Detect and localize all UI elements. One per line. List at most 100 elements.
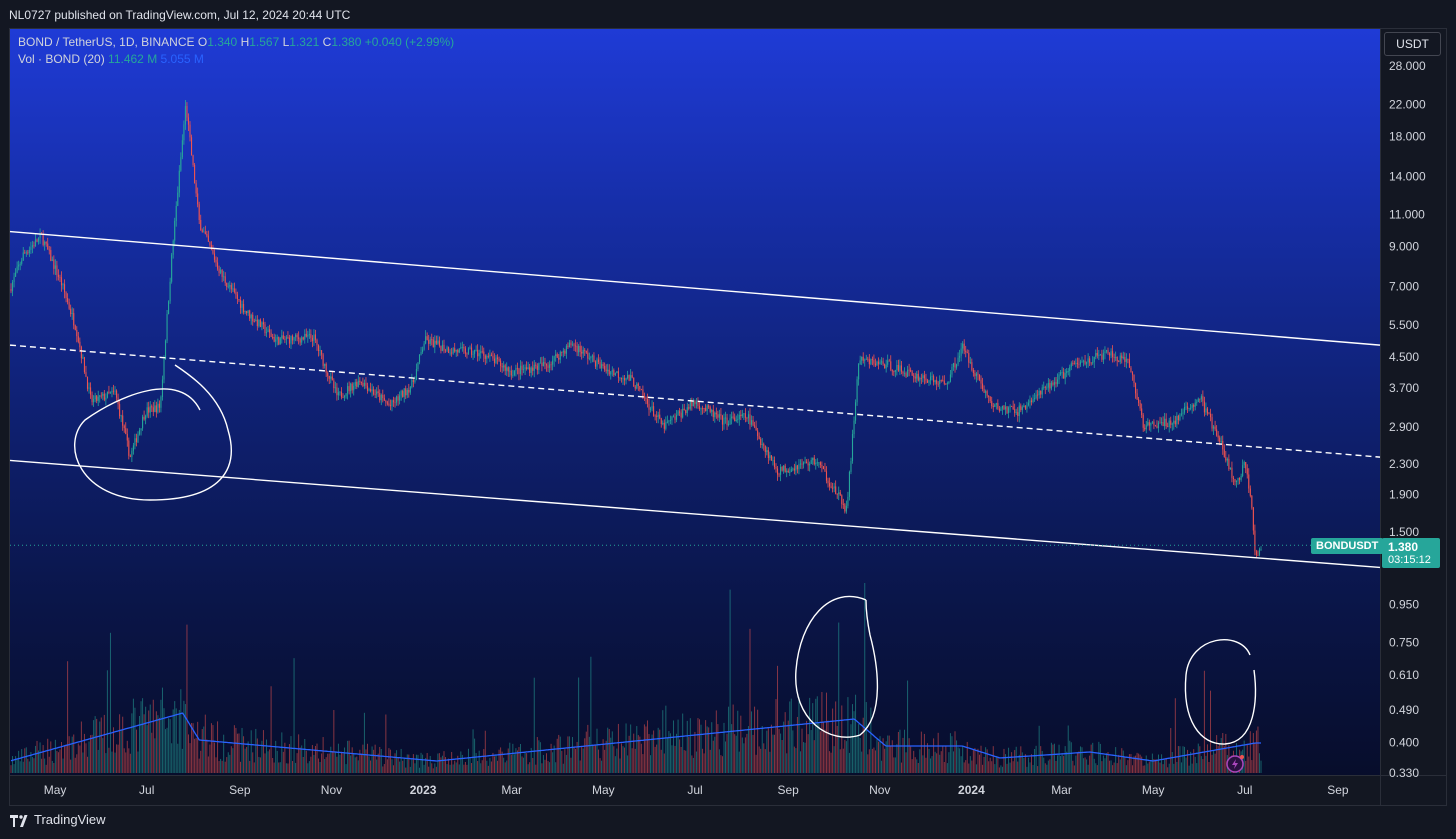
candle-body (825, 471, 828, 481)
candle-body (178, 170, 180, 193)
candle-body (876, 361, 878, 366)
volume-bar (1014, 750, 1016, 773)
volume-bar (943, 762, 945, 773)
legend-symbol[interactable]: BOND / TetherUS, 1D, BINANCE (18, 35, 195, 49)
volume-bar (1083, 758, 1085, 773)
volume-bar (282, 751, 284, 773)
volume-bar (711, 722, 713, 773)
volume-bar (1041, 750, 1043, 773)
volume-bar (1254, 742, 1256, 773)
candle-body (119, 404, 121, 417)
volume-bar (679, 739, 681, 773)
candle-body (749, 414, 751, 425)
candle-body (128, 440, 130, 456)
volume-bar (919, 749, 921, 773)
volume-bar (296, 753, 298, 773)
volume-bar (799, 751, 801, 773)
candle-body (469, 347, 471, 349)
candle-body (169, 281, 171, 302)
currency-button[interactable]: USDT (1384, 32, 1441, 56)
volume-label[interactable]: Vol · BOND (20) (18, 52, 105, 66)
candle-body (425, 336, 427, 344)
candle-body (735, 419, 737, 422)
candle-body (88, 387, 90, 389)
candle-body (295, 334, 297, 338)
volume-bar (389, 749, 391, 773)
volume-bar (270, 686, 272, 773)
volume-bar (376, 759, 378, 773)
volume-bar (1176, 761, 1178, 773)
candle-body (874, 363, 876, 366)
volume-bar (688, 737, 690, 773)
candle-body (1183, 407, 1186, 413)
candle-body (1000, 408, 1002, 411)
volume-bar (160, 699, 162, 773)
volume-bar (24, 748, 26, 773)
volume-bar (206, 739, 208, 773)
volume-bar (770, 724, 772, 773)
candle-body (527, 367, 529, 370)
candle-body (630, 375, 632, 381)
candle-body (784, 465, 786, 473)
volume-bar (572, 737, 574, 773)
candle-body (328, 375, 330, 379)
volume-bar (197, 721, 199, 773)
candle-body (702, 407, 704, 409)
volume-bar (1075, 755, 1077, 773)
volume-bar (737, 710, 739, 773)
volume-bar (227, 752, 229, 773)
candle-body (533, 364, 535, 371)
candle-body (980, 379, 982, 384)
candle-body (382, 394, 384, 399)
candle-body (969, 362, 971, 364)
candle-body (316, 339, 318, 346)
volume-bar (313, 754, 315, 773)
volume-bar (653, 730, 655, 773)
volume-bar (747, 726, 749, 773)
volume-bar (916, 759, 918, 773)
candle-body (496, 357, 499, 360)
candle-body (802, 462, 805, 465)
volume-bar (423, 764, 425, 773)
volume-bar (760, 748, 762, 773)
candle-body (405, 388, 407, 396)
candle-body (226, 282, 228, 287)
candle-body (799, 463, 802, 465)
volume-bar (100, 717, 102, 773)
volume-bar (1246, 744, 1248, 773)
candle-body (1226, 458, 1228, 461)
candle-body (207, 235, 209, 242)
volume-bar (298, 734, 300, 773)
candle-body (1046, 387, 1048, 389)
candle-body (536, 365, 538, 370)
volume-bar (215, 757, 217, 773)
volume-bar (191, 723, 193, 773)
volume-bar (643, 724, 645, 773)
volume-bar (42, 745, 44, 773)
x-tick-label: May (44, 783, 67, 797)
volume-ma-value: 5.055 M (160, 52, 204, 66)
volume-bar (539, 742, 541, 773)
y-tick-label: 22.000 (1389, 97, 1426, 111)
candle-body (1252, 507, 1254, 531)
candle-body (610, 371, 612, 375)
volume-bar (331, 750, 333, 773)
volume-bar (848, 752, 850, 773)
candle-body (10, 288, 12, 292)
candle-body (351, 383, 353, 391)
footer-brand[interactable]: TradingView (10, 812, 106, 827)
volume-bar (129, 753, 131, 773)
candle-body (394, 402, 396, 404)
candle-body (1180, 413, 1182, 415)
candle-body (365, 382, 367, 386)
volume-bar (1044, 763, 1046, 773)
candle-body (1110, 351, 1112, 356)
volume-bar (1130, 754, 1132, 773)
volume-bar (123, 748, 125, 773)
candle-body (738, 414, 740, 420)
volume-bar (1205, 755, 1207, 773)
volume-bar (472, 729, 474, 773)
candle-body (247, 310, 249, 314)
volume-bar (721, 756, 723, 773)
volume-bar (523, 757, 525, 773)
